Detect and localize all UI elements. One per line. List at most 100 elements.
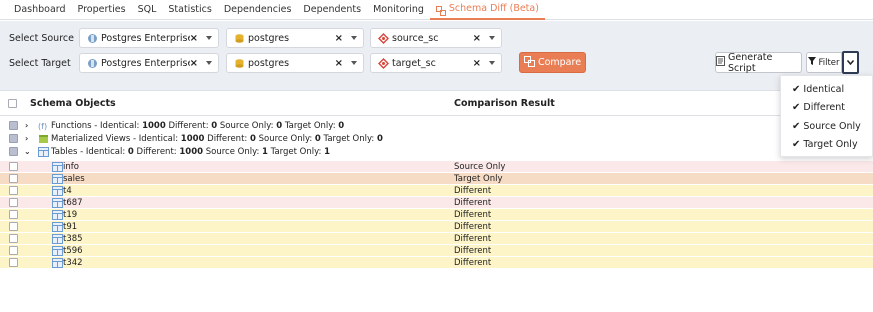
row-checkbox[interactable] (9, 258, 18, 267)
generate-script-label: Generate Script (728, 51, 773, 74)
compare-button-label: Compare (537, 57, 582, 68)
schema-diff-table: Schema Objects Comparison Result › (f) F… (0, 90, 873, 312)
tab-schema-diff-label: Schema Diff (Beta) (448, 2, 539, 14)
source-server-select[interactable]: Postgres Enterprise ... × (79, 28, 219, 48)
schema-diff-icon (435, 4, 446, 16)
source-database-select[interactable]: postgres × (226, 28, 364, 48)
target-schema-select[interactable]: target_sc × (370, 53, 502, 73)
tab-properties[interactable]: Properties (72, 0, 132, 20)
tab-dependents[interactable]: Dependents (297, 0, 367, 20)
server-icon (86, 57, 98, 69)
filter-option-target-only[interactable]: ✔ Target Only (781, 136, 872, 155)
chevron-down-icon (351, 61, 357, 65)
target-server-clear-icon[interactable]: × (190, 58, 198, 69)
tab-monitoring[interactable]: Monitoring (367, 0, 430, 20)
group-row-materialized-views[interactable]: › Materialized Views - Identical: 1000 D… (0, 133, 873, 145)
table-row[interactable]: info Source Only (0, 161, 873, 173)
table-icon (52, 162, 63, 172)
column-header-comparison-result[interactable]: Comparison Result (454, 98, 555, 109)
select-source-label: Select Source (9, 33, 74, 44)
tab-dependencies[interactable]: Dependencies (218, 0, 298, 20)
chevron-right-icon[interactable]: › (25, 121, 28, 130)
table-icon (52, 258, 63, 268)
table-row[interactable]: t4 Different (0, 185, 873, 197)
table-row[interactable]: t385 Different (0, 233, 873, 245)
source-database-value: postgres (248, 32, 290, 44)
row-object-name: t4 (63, 185, 72, 196)
row-checkbox[interactable] (9, 246, 18, 255)
server-icon (86, 32, 98, 44)
row-object-name: t342 (63, 257, 83, 268)
filter-option-label: Identical (803, 83, 845, 95)
source-server-clear-icon[interactable]: × (190, 33, 198, 44)
schema-icon (377, 32, 389, 44)
row-object-name: t91 (63, 221, 78, 232)
filter-option-identical[interactable]: ✔ Identical (781, 80, 872, 99)
row-checkbox[interactable] (9, 234, 18, 243)
group-row-functions[interactable]: › (f) Functions - Identical: 1000 Differ… (0, 120, 873, 132)
group-summary: Functions - Identical: 1000 Different: 0… (51, 120, 345, 131)
group-summary: Tables - Identical: 0 Different: 1000 So… (51, 146, 331, 157)
row-comparison-result: Different (454, 246, 492, 256)
checkmark-icon: ✔ (792, 83, 801, 95)
table-row[interactable]: t596 Different (0, 245, 873, 257)
row-object-name: info (63, 161, 79, 172)
compare-button[interactable]: Compare (519, 52, 586, 73)
table-row[interactable]: sales Target Only (0, 173, 873, 185)
table-row[interactable]: t342 Different (0, 257, 873, 269)
table-row[interactable]: t687 Different (0, 197, 873, 209)
tab-statistics[interactable]: Statistics (162, 0, 217, 20)
table-icon (52, 198, 63, 208)
target-server-select[interactable]: Postgres Enterprise ... × (79, 53, 219, 73)
table-row[interactable]: t19 Different (0, 209, 873, 221)
row-object-name: t385 (63, 233, 83, 244)
table-icon (52, 186, 63, 196)
compare-icon (523, 55, 535, 70)
row-comparison-result: Different (454, 222, 492, 232)
group-row-tables[interactable]: ⌄ Tables - Identical: 0 Different: 1000 … (0, 146, 873, 158)
row-checkbox[interactable] (9, 222, 18, 231)
filter-icon (808, 57, 817, 68)
target-server-value: Postgres Enterprise ... (101, 57, 190, 69)
target-database-select[interactable]: postgres × (226, 53, 364, 73)
schema-diff-controls: Select Source Postgres Enterprise ... × … (0, 21, 873, 90)
chevron-right-icon[interactable]: › (25, 134, 28, 143)
source-database-clear-icon[interactable]: × (335, 33, 343, 44)
group-checkbox[interactable] (9, 147, 18, 156)
chevron-down-icon (489, 61, 495, 65)
schema-icon (377, 57, 389, 69)
row-comparison-result: Different (454, 186, 492, 196)
group-checkbox[interactable] (9, 134, 18, 143)
target-database-clear-icon[interactable]: × (335, 58, 343, 69)
source-schema-clear-icon[interactable]: × (473, 33, 481, 44)
chevron-down-icon (206, 36, 212, 40)
filter-button[interactable]: Filter (806, 52, 842, 73)
filter-dropdown-toggle[interactable] (842, 51, 859, 74)
tab-dashboard[interactable]: Dashboard (8, 0, 72, 20)
row-object-name: sales (63, 173, 85, 184)
source-schema-value: source_sc (392, 32, 439, 44)
database-icon (233, 32, 245, 44)
select-all-checkbox[interactable] (8, 99, 17, 108)
filter-option-source-only[interactable]: ✔ Source Only (781, 117, 872, 136)
row-checkbox[interactable] (9, 162, 18, 171)
column-header-schema-objects[interactable]: Schema Objects (30, 98, 116, 109)
generate-script-button[interactable]: Generate Script (715, 51, 802, 74)
tab-sql[interactable]: SQL (132, 0, 163, 20)
row-checkbox[interactable] (9, 186, 18, 195)
filter-option-different[interactable]: ✔ Different (781, 99, 872, 118)
row-comparison-result: Different (454, 258, 492, 268)
group-checkbox[interactable] (9, 121, 18, 130)
source-schema-select[interactable]: source_sc × (370, 28, 502, 48)
row-checkbox[interactable] (9, 198, 18, 207)
table-row[interactable]: t91 Different (0, 221, 873, 233)
chevron-down-icon[interactable]: ⌄ (24, 147, 31, 156)
table-icon (52, 234, 63, 244)
row-checkbox[interactable] (9, 174, 18, 183)
row-checkbox[interactable] (9, 210, 18, 219)
target-schema-clear-icon[interactable]: × (473, 58, 481, 69)
tab-schema-diff[interactable]: Schema Diff (Beta) (429, 0, 545, 20)
svg-text:(f): (f) (38, 122, 47, 131)
database-icon (233, 57, 245, 69)
materialized-view-icon (38, 134, 49, 144)
